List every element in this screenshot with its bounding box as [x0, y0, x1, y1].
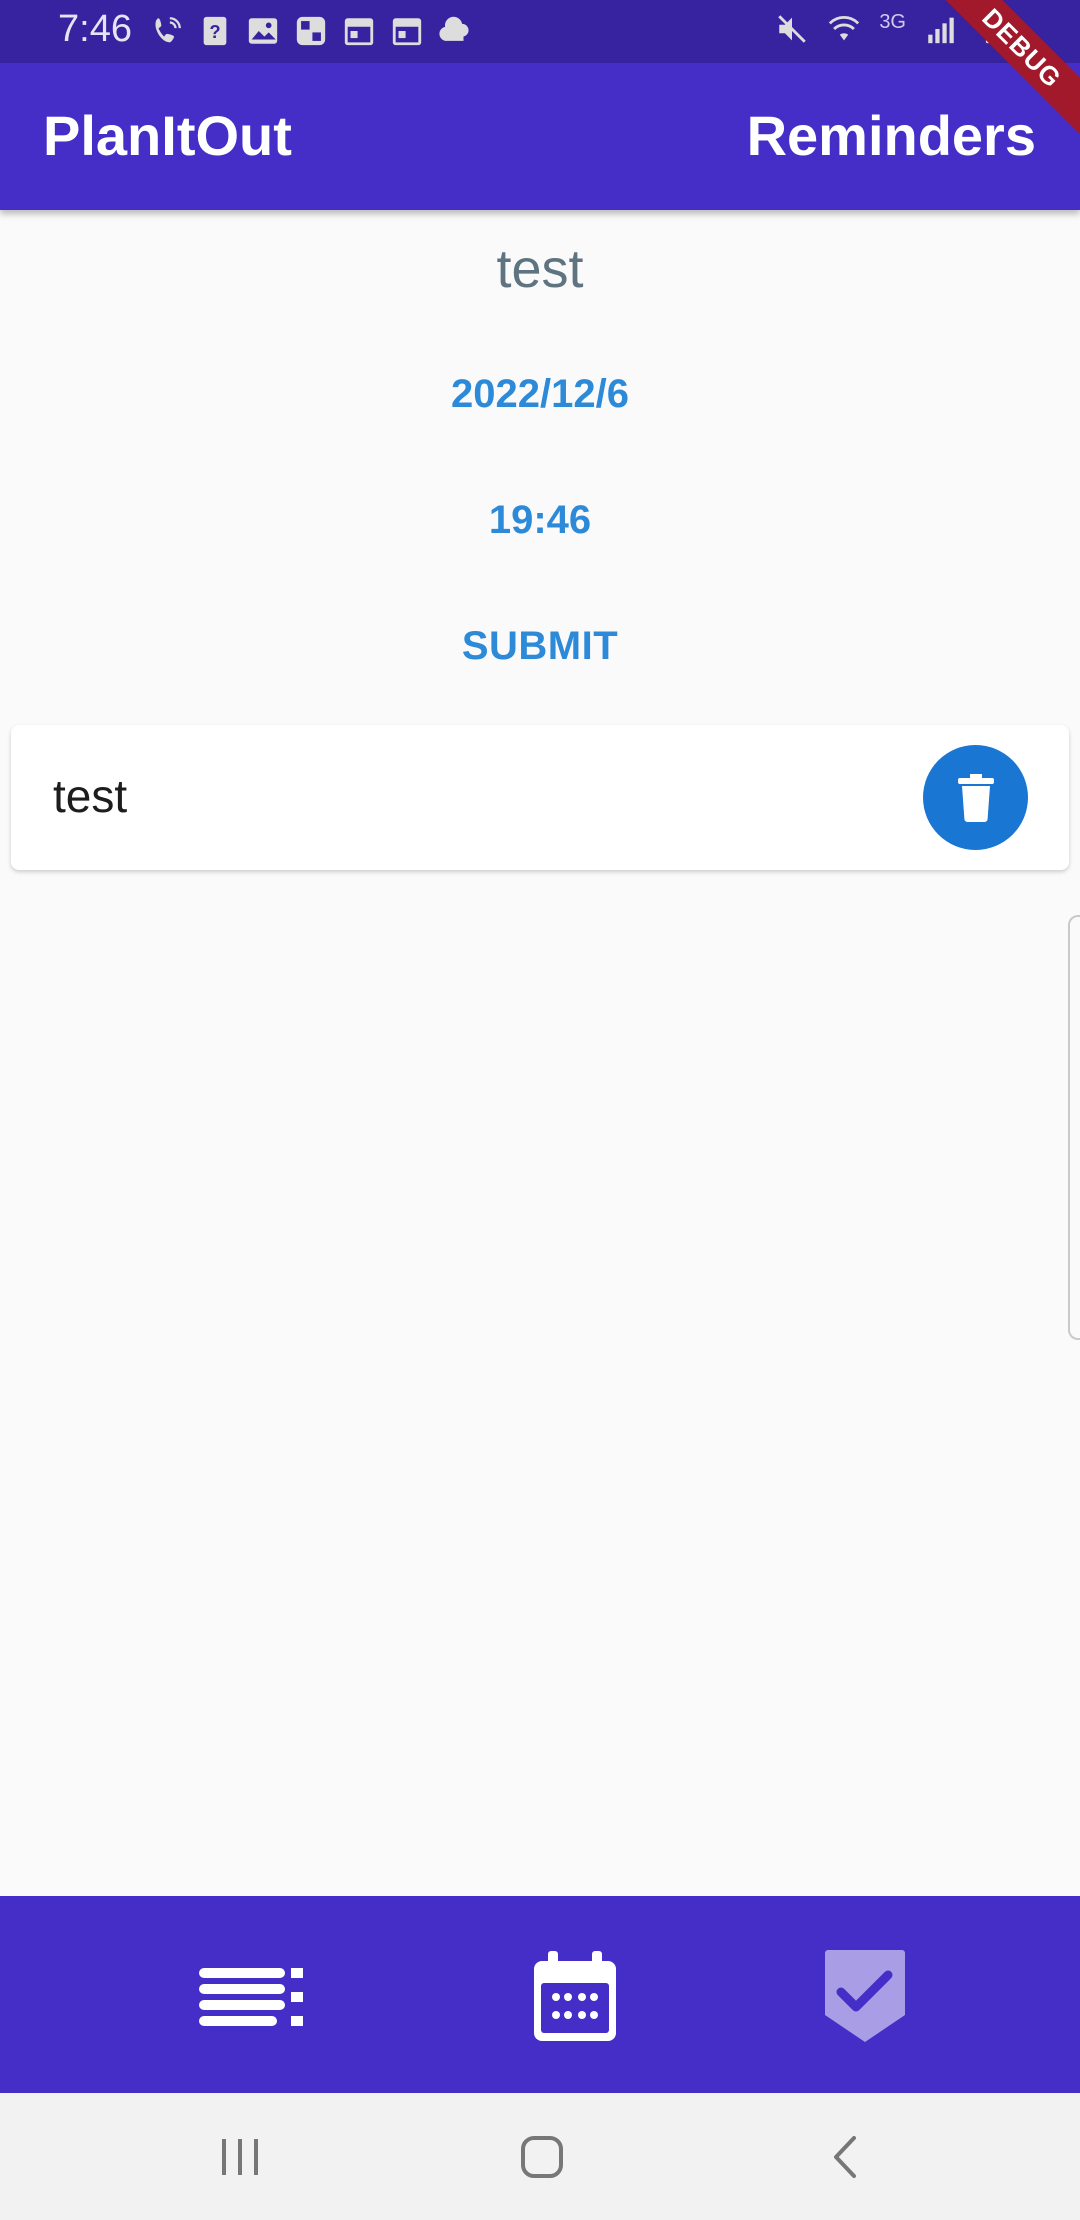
status-notification-icons: ?: [150, 14, 472, 48]
signal-icon: [928, 17, 954, 44]
status-bar: 7:46 ? 3G: [0, 0, 1080, 63]
calendar-app-icon-2: [392, 18, 422, 46]
recent-apps-icon: [222, 2139, 258, 2175]
mute-icon: [778, 15, 807, 43]
unknown-app-icon: ?: [203, 16, 227, 46]
edge-panel-handle[interactable]: [1068, 915, 1080, 1340]
back-button[interactable]: [815, 2129, 875, 2185]
bottom-nav: [0, 1896, 1080, 2093]
app-bar: PlanItOut Reminders: [0, 63, 1080, 210]
system-nav-bar: [0, 2093, 1080, 2220]
cloud-icon: [439, 16, 469, 41]
nav-calendar-button[interactable]: [530, 1948, 620, 2044]
delete-reminder-button[interactable]: [923, 745, 1028, 850]
network-type-label: 3G: [879, 10, 906, 33]
checkmark-badge-icon: [825, 1950, 905, 2042]
home-icon: [521, 2136, 563, 2178]
calendar-app-icon: [344, 18, 374, 46]
reminder-card: test: [11, 725, 1069, 870]
reminder-title-field[interactable]: test: [0, 238, 1080, 300]
recent-apps-button[interactable]: [210, 2129, 270, 2185]
back-icon: [834, 2136, 856, 2178]
submit-button[interactable]: SUBMIT: [340, 624, 740, 669]
nav-list-button[interactable]: [196, 1948, 306, 2044]
date-picker-button[interactable]: 2022/12/6: [340, 372, 740, 417]
wifi-icon: [829, 16, 860, 41]
screen: 7:46 ? 3G DEBUG PlanItOut Reminders test…: [0, 0, 1080, 2220]
gallery-icon: [248, 18, 278, 44]
app-title: PlanItOut: [43, 104, 292, 167]
list-icon: [199, 1968, 303, 2026]
wifi-call-icon: [155, 17, 181, 43]
page-title: Reminders: [746, 104, 1036, 167]
grid-app-icon: [296, 16, 326, 46]
svg-text:?: ?: [209, 21, 220, 42]
status-time: 7:46: [58, 8, 132, 50]
time-picker-button[interactable]: 19:46: [340, 498, 740, 543]
calendar-icon: [534, 1951, 616, 2041]
reminder-label: test: [53, 770, 128, 822]
home-button[interactable]: [512, 2129, 572, 2185]
nav-reminders-button[interactable]: [820, 1948, 910, 2044]
trash-icon: [957, 773, 994, 822]
